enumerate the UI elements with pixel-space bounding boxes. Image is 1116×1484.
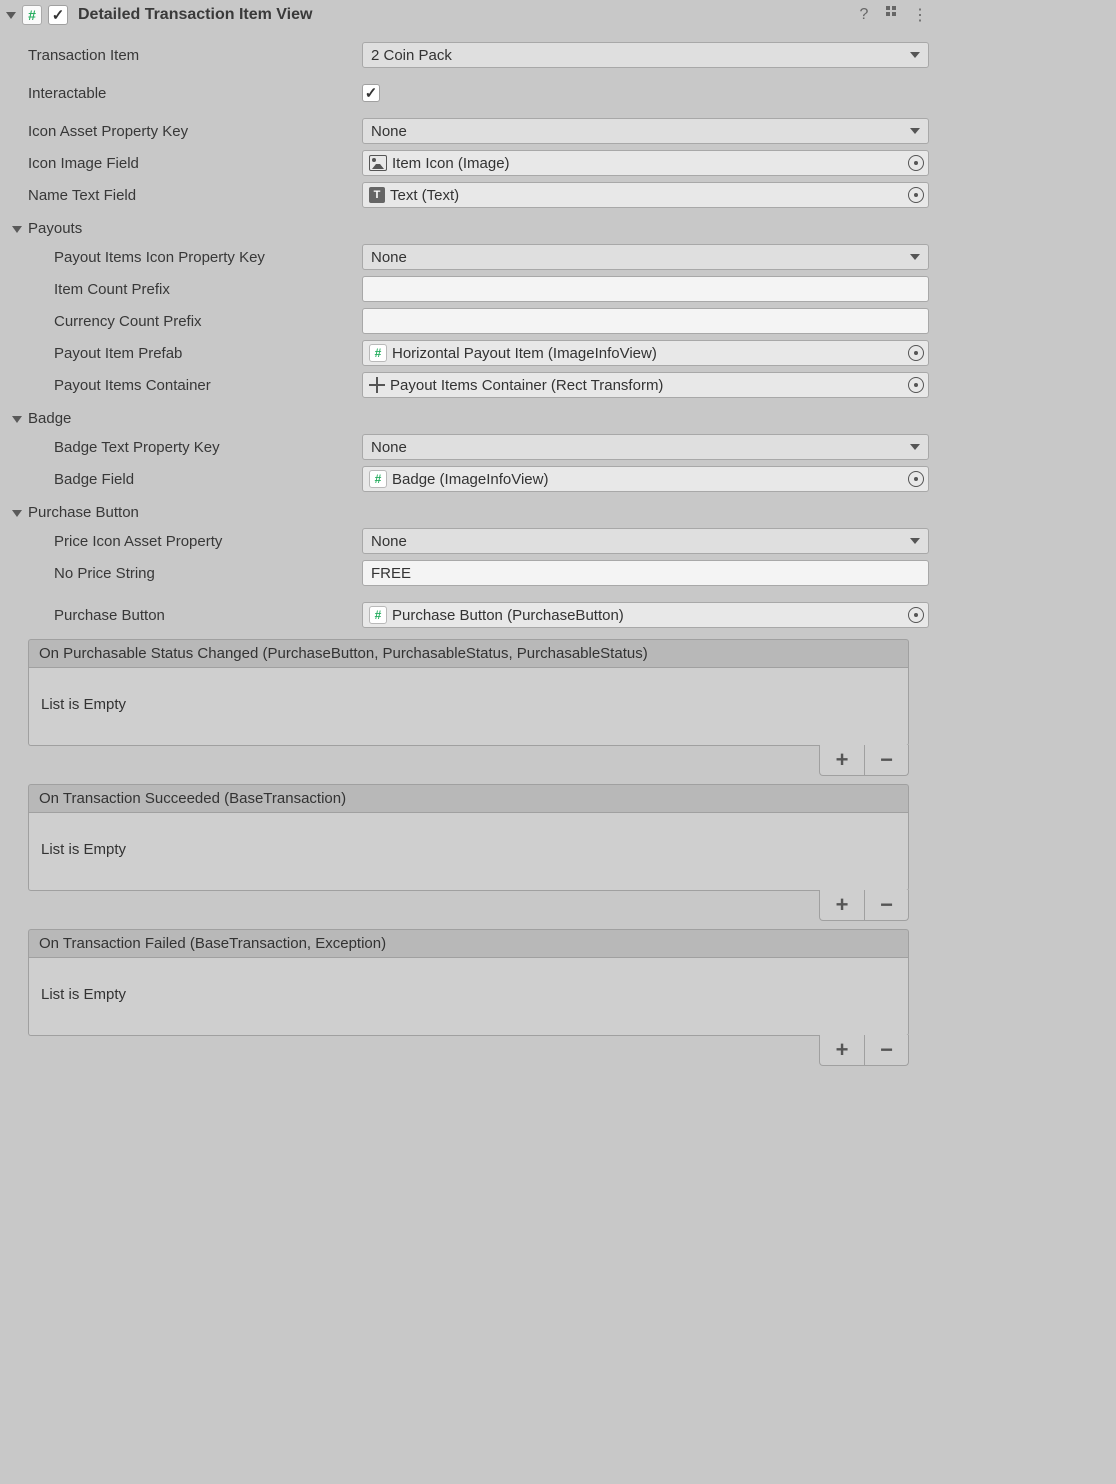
menu-dots-icon[interactable]: ⋮ [909,5,931,25]
payout-items-container-field[interactable]: Payout Items Container (Rect Transform) [362,372,929,398]
event-body: List is Empty [28,813,909,891]
payout-item-prefab-row: Payout Item Prefab # Horizontal Payout I… [0,337,937,369]
badge-section-header[interactable]: Badge [0,401,937,431]
icon-image-field-row: Icon Image Field Item Icon (Image) [0,147,937,179]
object-picker-icon[interactable] [908,155,924,171]
name-text-field-row: Name Text Field T Text (Text) [0,179,937,211]
badge-object-field[interactable]: # Badge (ImageInfoView) [362,466,929,492]
purchase-section-header[interactable]: Purchase Button [0,495,937,525]
component-title: Detailed Transaction Item View [78,6,847,24]
currency-count-prefix-input[interactable] [362,308,929,334]
icon-asset-key-dropdown[interactable]: None [362,118,929,144]
event-body: List is Empty [28,958,909,1036]
purchase-button-label: Purchase Button [54,607,362,624]
icon-image-label: Icon Image Field [28,155,362,172]
event-remove-button[interactable]: − [864,890,908,920]
interactable-row: Interactable [0,81,937,105]
foldout-arrow-icon [12,226,22,233]
price-icon-row: Price Icon Asset Property None [0,525,937,557]
item-count-prefix-row: Item Count Prefix [0,273,937,305]
event-on-purchasable: On Purchasable Status Changed (PurchaseB… [28,639,909,776]
currency-count-prefix-row: Currency Count Prefix [0,305,937,337]
event-header: On Transaction Succeeded (BaseTransactio… [28,784,909,813]
badge-field-row: Badge Field # Badge (ImageInfoView) [0,463,937,495]
text-type-icon: T [369,187,385,203]
event-on-failed: On Transaction Failed (BaseTransaction, … [28,929,909,1066]
price-icon-dropdown[interactable]: None [362,528,929,554]
object-picker-icon[interactable] [908,377,924,393]
chevron-down-icon [910,52,920,58]
icon-asset-key-label: Icon Asset Property Key [28,123,362,140]
transaction-item-dropdown[interactable]: 2 Coin Pack [362,42,929,68]
script-hash-icon: # [22,5,42,25]
purchase-button-field[interactable]: # Purchase Button (PurchaseButton) [362,602,929,628]
event-remove-button[interactable]: − [864,1035,908,1065]
icon-asset-key-row: Icon Asset Property Key None [0,115,937,147]
object-picker-icon[interactable] [908,607,924,623]
event-on-succeeded: On Transaction Succeeded (BaseTransactio… [28,784,909,921]
object-picker-icon[interactable] [908,345,924,361]
payout-items-container-label: Payout Items Container [54,377,362,394]
name-text-label: Name Text Field [28,187,362,204]
badge-text-key-row: Badge Text Property Key None [0,431,937,463]
interactable-checkbox[interactable] [362,84,380,102]
icon-image-object-field[interactable]: Item Icon (Image) [362,150,929,176]
purchase-button-row: Purchase Button # Purchase Button (Purch… [0,599,937,631]
item-count-prefix-input[interactable] [362,276,929,302]
no-price-string-row: No Price String FREE [0,557,937,589]
transaction-item-label: Transaction Item [28,47,362,64]
event-add-button[interactable]: + [820,890,864,920]
script-hash-icon: # [369,344,387,362]
component-header: # Detailed Transaction Item View ? ⋮ [0,0,937,29]
no-price-string-input[interactable]: FREE [362,560,929,586]
transaction-item-row: Transaction Item 2 Coin Pack [0,39,937,71]
payout-icon-key-row: Payout Items Icon Property Key None [0,241,937,273]
chevron-down-icon [910,444,920,450]
chevron-down-icon [910,254,920,260]
price-icon-label: Price Icon Asset Property [54,533,362,550]
item-count-prefix-label: Item Count Prefix [54,281,362,298]
payout-icon-key-dropdown[interactable]: None [362,244,929,270]
name-text-object-field[interactable]: T Text (Text) [362,182,929,208]
payouts-section-header[interactable]: Payouts [0,211,937,241]
event-body: List is Empty [28,668,909,746]
event-add-button[interactable]: + [820,1035,864,1065]
badge-field-label: Badge Field [54,471,362,488]
image-icon [369,155,387,171]
script-hash-icon: # [369,606,387,624]
object-picker-icon[interactable] [908,471,924,487]
payout-icon-key-label: Payout Items Icon Property Key [54,249,362,266]
script-hash-icon: # [369,470,387,488]
currency-count-prefix-label: Currency Count Prefix [54,313,362,330]
event-remove-button[interactable]: − [864,745,908,775]
event-header: On Purchasable Status Changed (PurchaseB… [28,639,909,668]
chevron-down-icon [910,538,920,544]
foldout-arrow-icon [12,416,22,423]
component-enabled-checkbox[interactable] [48,5,68,25]
event-header: On Transaction Failed (BaseTransaction, … [28,929,909,958]
badge-text-key-dropdown[interactable]: None [362,434,929,460]
object-picker-icon[interactable] [908,187,924,203]
payout-item-prefab-label: Payout Item Prefab [54,345,362,362]
rect-transform-icon [369,377,385,393]
interactable-label: Interactable [28,85,362,102]
chevron-down-icon [910,128,920,134]
no-price-string-label: No Price String [54,565,362,582]
foldout-arrow-icon[interactable] [6,12,16,19]
payout-items-container-row: Payout Items Container Payout Items Cont… [0,369,937,401]
foldout-arrow-icon [12,510,22,517]
help-icon[interactable]: ? [853,6,875,24]
payout-item-prefab-field[interactable]: # Horizontal Payout Item (ImageInfoView) [362,340,929,366]
preset-icon[interactable] [881,4,903,25]
badge-text-key-label: Badge Text Property Key [54,439,362,456]
event-add-button[interactable]: + [820,745,864,775]
